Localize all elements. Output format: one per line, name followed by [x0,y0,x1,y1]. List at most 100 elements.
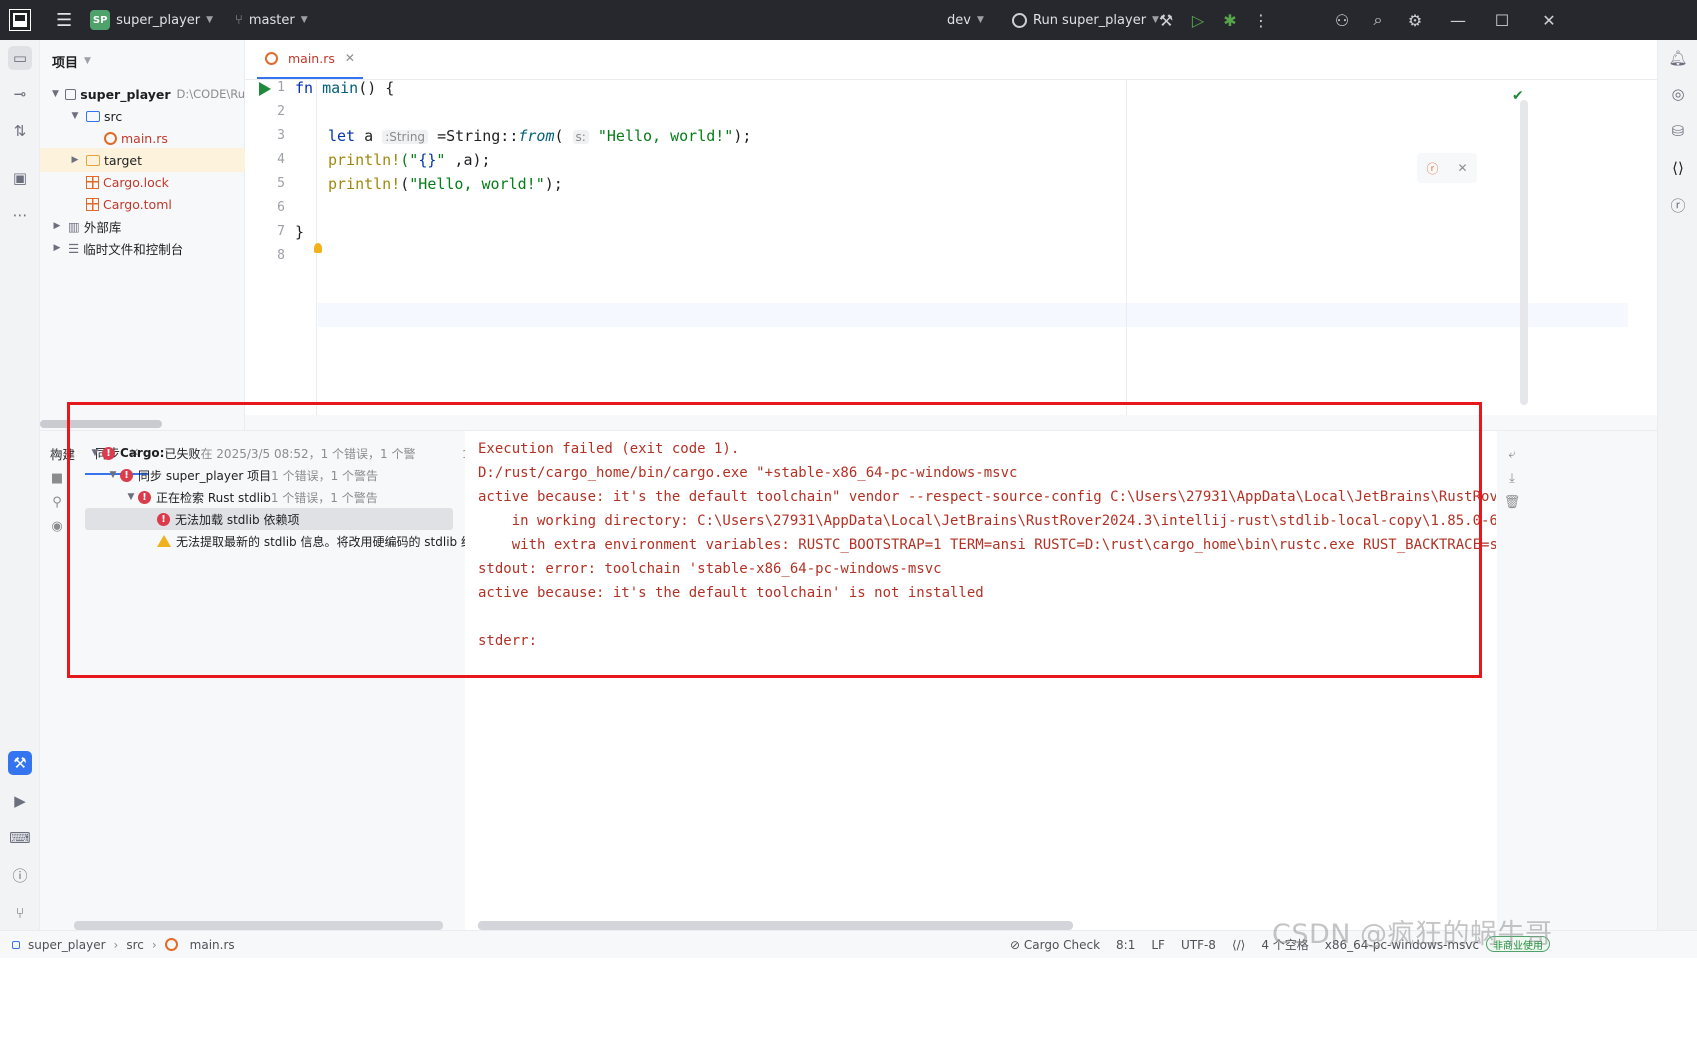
run-config-selector[interactable]: Run super_player ▼ [1012,0,1159,40]
project-badge: SP [90,10,111,30]
tree-item-main-rs[interactable]: main.rs [40,126,245,150]
tree-item-target[interactable]: ▶ target [40,148,245,172]
breadcrumb-item[interactable]: main.rs [190,938,235,952]
tree-item-label: target [104,152,143,168]
expand-arrow-icon[interactable]: ▶ [50,243,64,253]
code-line-1[interactable]: fn main() { [295,76,394,100]
type-hint: :String [382,130,429,144]
rerun-icon[interactable]: ⟳ [48,445,66,463]
more-actions-icon[interactable]: ⋮ [1250,9,1272,31]
chevron-down-icon: ▼ [206,15,214,25]
rust-settings-icon[interactable]: ⓡ [1666,193,1690,217]
source-folder-icon [86,110,100,122]
tree-item-src[interactable]: ▼ src [40,104,245,128]
app-logo-icon[interactable] [9,9,31,31]
tree-horizontal-scrollbar[interactable] [74,921,443,930]
main-menu-icon[interactable]: ☰ [56,0,72,40]
breadcrumb-item[interactable]: super_player [28,938,106,952]
expand-arrow-icon[interactable]: ▶ [68,155,82,165]
code-line-4[interactable]: println!("{}" ,a); [328,148,491,172]
git-branch-icon: ⑂ [235,12,243,28]
expand-arrow-icon[interactable]: ▼ [68,111,82,121]
tree-item-label: Cargo.toml [103,196,172,212]
watermark: CSDN @疯狂的蜗牛哥 [1272,919,1553,950]
title-bar: ☰ SP super_player ▼ ⑂ master ▼ dev ▼ Run… [0,0,1697,40]
current-line-highlight [318,303,1628,327]
left-tool-strip: ▭ ⊸ ⇅ ▣ ⋯ ⚒ ▶ ⌨ ⓘ ⑂ [0,40,40,1008]
terminal-icon[interactable]: ⌨ [8,826,32,850]
vertical-scrollbar[interactable] [1520,100,1528,405]
notifications-bell-icon[interactable]: 🔔︎ [1666,46,1690,70]
maximize-icon[interactable]: ☐ [1491,9,1513,31]
branch-switcher[interactable]: ⑂ master ▼ [235,0,308,40]
line-separator[interactable]: LF [1151,938,1165,952]
view-filter-icon[interactable]: ◉ [48,517,66,535]
search-icon[interactable]: ⌕ [1367,9,1389,31]
tree-item-cargo-toml[interactable]: Cargo.toml [40,192,245,216]
minimize-icon[interactable]: — [1447,9,1469,31]
highlight-annotation-box [67,402,1482,678]
stop-icon[interactable]: ■ [48,469,66,487]
cargo-check-widget[interactable]: ⊘ Cargo Check [1010,938,1100,952]
rust-icon[interactable]: ⓡ [1426,160,1438,177]
code-with-me-icon[interactable]: ⟨⟩ [1666,156,1690,180]
tree-item-cargo-lock[interactable]: Cargo.lock [40,170,245,194]
expand-arrow-icon[interactable]: ▼ [50,89,61,99]
add-user-icon[interactable]: ⚇ [1331,9,1353,31]
library-icon: ▥ [68,218,80,234]
tree-item-label: 临时文件和控制台 [83,241,184,257]
profile-selector[interactable]: dev ▼ [947,0,984,40]
line-number: 4 [277,152,285,167]
rust-file-icon [164,938,178,951]
structure-icon[interactable]: ▣ [8,166,32,190]
tab-main-rs[interactable]: main.rs ✕ [257,39,363,79]
run-config-label: Run super_player [1033,12,1147,28]
more-tools-icon[interactable]: ⋯ [8,203,32,227]
folder-icon [64,88,77,100]
file-encoding[interactable]: UTF-8 [1181,938,1216,952]
commit-icon[interactable]: ⊸ [8,82,32,106]
expand-arrow-icon[interactable]: ▶ [50,221,64,231]
tree-item-scratches[interactable]: ▶ ☰ 临时文件和控制台 [40,236,245,260]
console-horizontal-scrollbar[interactable] [478,921,1073,930]
close-tab-icon[interactable]: ✕ [345,51,355,65]
caret-position[interactable]: 8:1 [1116,938,1135,952]
right-tool-strip: 🔔︎ ◎ ⛁ ⟨⟩ ⓡ [1657,40,1697,1008]
lightbulb-icon[interactable] [314,243,322,253]
run-tool-icon[interactable]: ▶ [8,789,32,813]
tree-item-label: 外部库 [83,219,122,235]
code-line-5[interactable]: println!("Hello, world!"); [328,172,563,196]
code-line-7[interactable]: } [295,220,304,244]
debug-icon[interactable]: ✱ [1219,9,1241,31]
cargo-file-icon [86,175,99,189]
rust-file-icon [104,131,117,145]
build-hammer-icon[interactable]: ⚒ [1155,9,1177,31]
line-number: 3 [277,128,285,143]
ai-assistant-icon[interactable]: ◎ [1666,82,1690,106]
settings-gear-icon[interactable]: ⚙ [1404,9,1426,31]
close-icon[interactable]: ✕ [1538,9,1560,31]
line-number: 2 [277,104,285,119]
breadcrumb-item[interactable]: src [126,938,144,952]
problems-icon[interactable]: ⓘ [8,863,32,887]
clear-all-icon[interactable]: 🗑︎ [1503,493,1521,511]
tree-item-project-root[interactable]: ▼ super_player D:\CODE\Ru [40,82,245,106]
line-number: 8 [277,248,285,263]
project-switcher[interactable]: SP super_player ▼ [90,0,213,40]
database-icon[interactable]: ⛁ [1666,119,1690,143]
pull-requests-icon[interactable]: ⇅ [8,119,32,143]
pin-icon[interactable]: ⚲ [48,493,66,511]
git-icon[interactable]: ⑂ [8,901,32,925]
code-style-icon[interactable]: ⟨/⟩ [1232,938,1245,952]
project-tool-folder-icon[interactable]: ▭ [8,46,32,70]
scroll-to-end-icon[interactable]: ⤓ [1503,469,1521,487]
close-icon[interactable]: ✕ [1457,161,1467,175]
soft-wrap-icon[interactable]: ⤶ [1503,445,1521,463]
tree-item-external-libraries[interactable]: ▶ ▥ 外部库 [40,214,245,238]
code-line-3[interactable]: let a :String =String::from( s: "Hello, … [328,124,751,148]
run-gutter-icon[interactable] [259,82,271,96]
build-tool-icon[interactable]: ⚒ [8,751,32,775]
run-icon[interactable]: ▷ [1187,9,1209,31]
project-panel-header[interactable]: 项目 ▼ [40,40,244,82]
project-name: super_player [116,12,201,28]
